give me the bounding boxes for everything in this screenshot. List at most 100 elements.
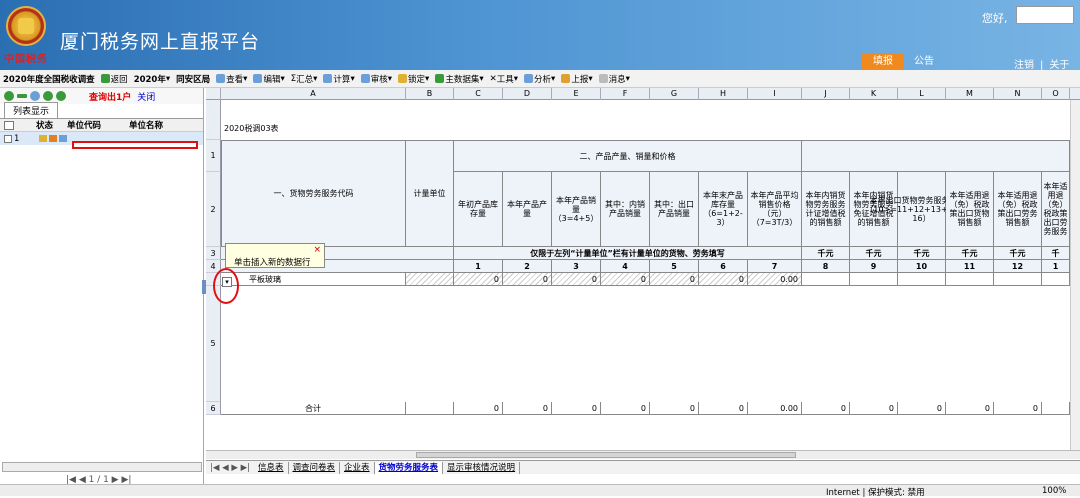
left-scrollbar[interactable] [2, 462, 202, 472]
row-header[interactable]: 2 [206, 172, 221, 247]
data-cell[interactable] [994, 273, 1042, 286]
username-box [1016, 6, 1074, 24]
col-letter[interactable]: H [699, 88, 748, 100]
col-number: 6 [699, 260, 748, 273]
edit-menu[interactable]: 编辑 ▾ [250, 73, 287, 85]
total-cell: 0 [503, 402, 552, 415]
col-letter[interactable]: N [994, 88, 1042, 100]
close-link[interactable]: 关闭 [137, 90, 155, 103]
header-group: 二、产品产量、销量和价格 [454, 140, 802, 172]
insert-row-button[interactable]: ▾ [222, 277, 232, 287]
header-unit: 计量单位 [406, 140, 454, 247]
col-number: 3 [552, 260, 601, 273]
sheet-tab-active[interactable]: 货物劳务服务表 [374, 461, 444, 474]
goods-name-cell[interactable]: 平板玻璃 [221, 273, 406, 286]
row-header[interactable]: 3 [206, 247, 221, 260]
col-letter[interactable]: M [946, 88, 994, 100]
export-icon[interactable] [43, 91, 53, 101]
data-cell[interactable]: 0 [552, 273, 601, 286]
data-cell[interactable]: 0 [601, 273, 650, 286]
sheet-tab[interactable]: 显示审核情况说明 [443, 461, 521, 474]
col-letter[interactable]: J [802, 88, 850, 100]
horizontal-scrollbar[interactable] [206, 450, 1080, 459]
select-all-checkbox[interactable] [4, 120, 14, 130]
district-label[interactable]: 同安区局 [173, 73, 213, 85]
analysis-menu[interactable]: 分析 ▾ [521, 73, 558, 85]
unit-list-panel: 查询出1户 关闭 列表显示 状态 单位代码 单位名称 1 |◀ ◀ 1 / 1 … [0, 88, 204, 496]
col-letter[interactable]: E [552, 88, 601, 100]
col-number: 2 [503, 260, 552, 273]
data-cell[interactable] [898, 273, 946, 286]
back-button[interactable]: 返回 [98, 73, 131, 85]
sheet-tab[interactable]: 信息表 [254, 461, 289, 474]
edit-icon [59, 135, 68, 142]
data-cell[interactable]: 0 [699, 273, 748, 286]
year-select[interactable]: 2020年 ▾ [131, 73, 173, 85]
col-letter[interactable]: K [850, 88, 898, 100]
refresh-icon[interactable] [56, 91, 66, 101]
data-cell[interactable] [946, 273, 994, 286]
tab-list-view[interactable]: 列表显示 [4, 102, 59, 118]
col-letter[interactable]: F [601, 88, 650, 100]
sheet-tab[interactable]: 调查问卷表 [289, 461, 341, 474]
header-col: 本年出口货物劳务服务销售额（10>=11+12+13+14+15-16） [865, 172, 978, 247]
main-toolbar: 2020年度全国税收调查 返回 2020年 ▾ 同安区局 查看 ▾ 编辑 ▾ Σ 汇总 ▾… [0, 70, 1080, 88]
view-menu[interactable]: 查看 ▾ [213, 73, 250, 85]
col-letter[interactable]: B [406, 88, 454, 100]
row-header[interactable]: 6 [206, 402, 221, 415]
zoom-level[interactable]: 100% [1042, 486, 1066, 496]
remove-icon[interactable] [17, 94, 27, 98]
tab-notice[interactable]: 公告 [914, 54, 944, 70]
vertical-scrollbar[interactable] [1070, 100, 1080, 450]
add-icon[interactable] [4, 91, 14, 101]
data-cell[interactable]: 0 [503, 273, 552, 286]
close-icon[interactable]: × [313, 245, 321, 255]
message-menu[interactable]: 消息 ▾ [596, 73, 633, 85]
sheet-tab[interactable]: 企业表 [340, 461, 375, 474]
data-cell[interactable] [802, 273, 850, 286]
total-cell [1042, 402, 1070, 415]
lock-icon [398, 74, 408, 83]
col-letter[interactable]: I [748, 88, 802, 100]
col-status: 状态 [36, 121, 54, 131]
data-cell[interactable] [1042, 273, 1070, 286]
col-letter[interactable]: A [221, 88, 406, 100]
data-cell[interactable]: 0 [454, 273, 503, 286]
data-cell[interactable]: 0.00 [748, 273, 802, 286]
row3-note: 仅限于左列“计量单位”栏有计量单位的货物、劳务填写 [454, 247, 802, 260]
sum-menu[interactable]: Σ 汇总 ▾ [288, 73, 321, 85]
col-name: 单位名称 [129, 121, 164, 131]
col-letter[interactable]: G [650, 88, 699, 100]
col-letter[interactable]: D [503, 88, 552, 100]
submit-menu[interactable]: 上报 ▾ [558, 73, 595, 85]
col-number: 10 [898, 260, 946, 273]
total-cell: 0 [699, 402, 748, 415]
scroll-thumb[interactable] [416, 452, 796, 458]
lock-menu[interactable]: 锁定 ▾ [395, 73, 432, 85]
row-checkbox[interactable] [4, 134, 12, 143]
col-letter[interactable]: O [1042, 88, 1070, 100]
header-col: 其中：出口产品销量 [650, 172, 699, 247]
data-cell[interactable] [850, 273, 898, 286]
audit-menu[interactable]: 审核 ▾ [358, 73, 395, 85]
header-col: 本年适用退（免）税政策出口劳务销售额 [994, 172, 1042, 247]
data-cell[interactable]: 0 [650, 273, 699, 286]
col-letter[interactable]: L [898, 88, 946, 100]
col-number: 9 [850, 260, 898, 273]
tooltip-text: 单击插入新的数据行 [234, 258, 311, 268]
row-header[interactable]: 5 [206, 286, 221, 402]
col-number: 11 [946, 260, 994, 273]
col-letter[interactable]: C [454, 88, 503, 100]
tools-menu[interactable]: ✕ 工具 ▾ [487, 73, 521, 85]
row-number: 1 [14, 133, 20, 144]
header-col: 本年产品销量（3=4+5） [552, 172, 601, 247]
unit-input-cell[interactable] [406, 273, 454, 286]
dataset-menu[interactable]: 主数据集 ▾ [432, 73, 486, 85]
search-icon[interactable] [30, 91, 40, 101]
tab-nav-icon[interactable]: |◀ ◀ ▶ ▶| [206, 463, 254, 473]
calc-menu[interactable]: 计算 ▾ [320, 73, 357, 85]
row-header[interactable]: 1 [206, 140, 221, 172]
tab-fill[interactable]: 填报 [862, 54, 904, 70]
sheet-tabs: |◀ ◀ ▶ ▶| 信息表 调查问卷表 企业表 货物劳务服务表 显示审核情况说明 [206, 460, 1080, 474]
total-cell: 0.00 [748, 402, 802, 415]
